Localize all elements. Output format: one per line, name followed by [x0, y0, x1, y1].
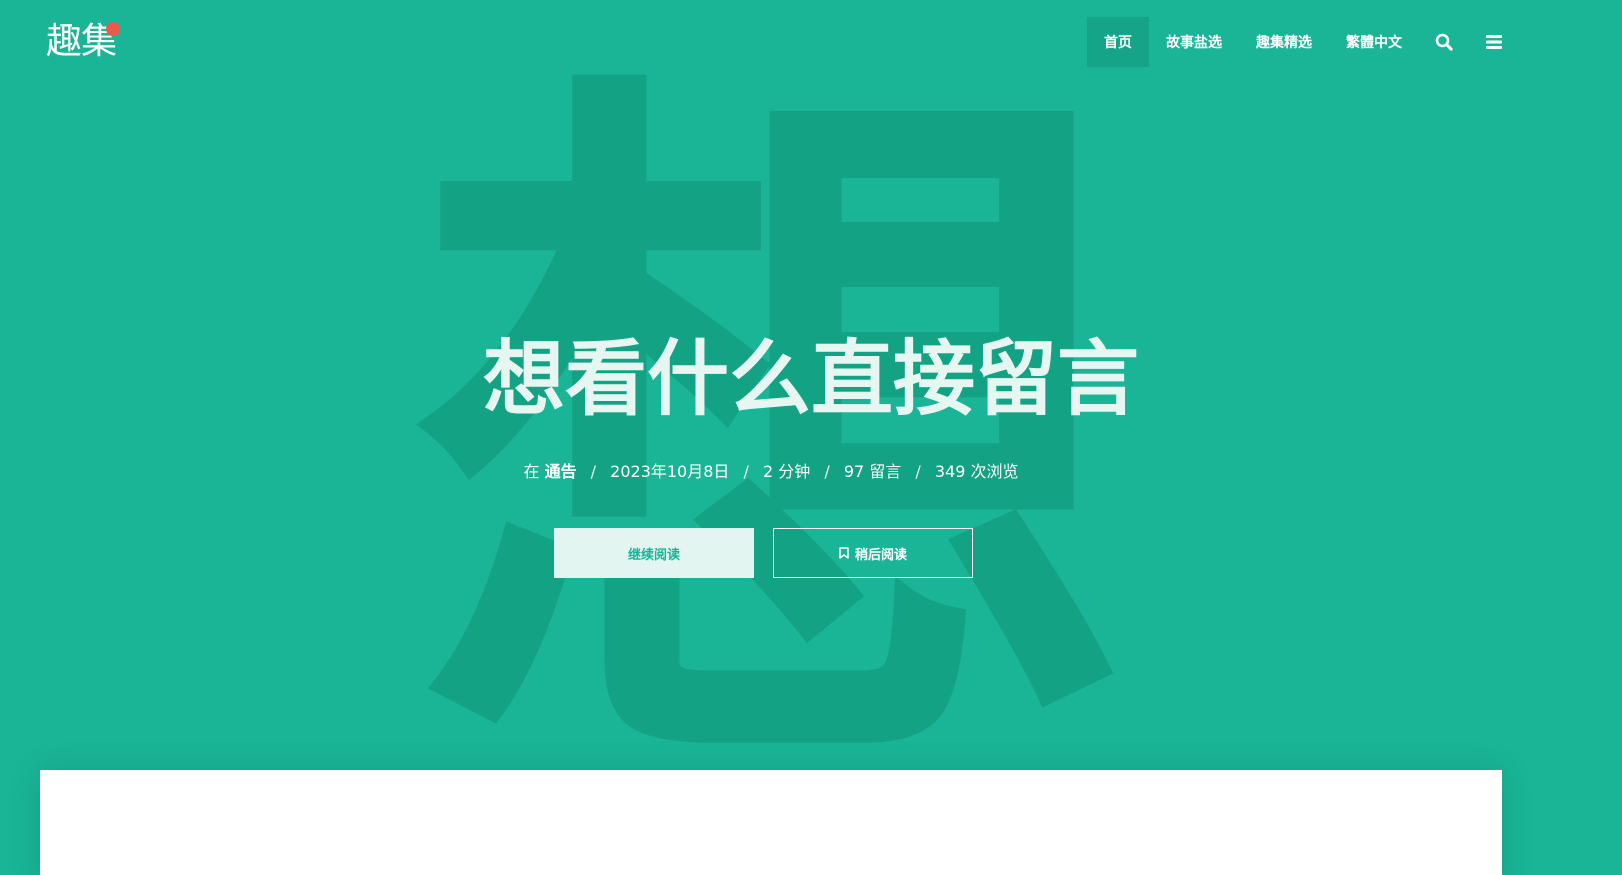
nav-item-traditional-chinese[interactable]: 繁體中文: [1329, 17, 1419, 67]
read-later-label: 稍后阅读: [854, 547, 907, 563]
site-logo[interactable]: 趣集: [46, 18, 120, 66]
nav-item-story-selection[interactable]: 故事盐选: [1149, 17, 1239, 67]
post-title[interactable]: 想看什么直接留言: [0, 330, 1622, 430]
logo-dot: [106, 22, 120, 36]
page: 想 趣集 首页 故事盐选 趣集精选 繁體中文 想看什么直接留言 在 通告 / 2…: [0, 0, 1622, 875]
category-prefix: 在: [523, 462, 540, 481]
search-icon: [1435, 33, 1453, 51]
read-time: 2 分钟: [763, 462, 811, 481]
category-link[interactable]: 通告: [545, 462, 577, 481]
nav-item-home[interactable]: 首页: [1087, 17, 1149, 67]
view-count: 349 次浏览: [934, 462, 1019, 481]
meta-separator: /: [743, 462, 749, 481]
menu-button[interactable]: [1469, 17, 1519, 67]
post-meta: 在 通告 / 2023年10月8日 / 2 分钟 / 97 留言 / 349 次…: [0, 458, 1542, 486]
hero-watermark-glyph: 想: [412, 21, 1132, 859]
bookmark-icon: [839, 547, 849, 559]
meta-separator: /: [590, 462, 597, 481]
comment-count[interactable]: 97 留言: [844, 462, 901, 481]
meta-separator: /: [915, 462, 921, 481]
main-nav: 首页 故事盐选 趣集精选 繁體中文: [1087, 17, 1519, 67]
content-card: [40, 770, 1502, 875]
search-button[interactable]: [1419, 17, 1469, 67]
nav-item-featured[interactable]: 趣集精选: [1239, 17, 1329, 67]
continue-reading-button[interactable]: 继续阅读: [554, 528, 754, 578]
meta-separator: /: [824, 462, 830, 481]
read-later-button[interactable]: 稍后阅读: [773, 528, 973, 578]
post-date: 2023年10月8日: [610, 462, 730, 481]
continue-reading-label: 继续阅读: [627, 547, 680, 563]
hamburger-menu-icon: [1486, 35, 1502, 49]
